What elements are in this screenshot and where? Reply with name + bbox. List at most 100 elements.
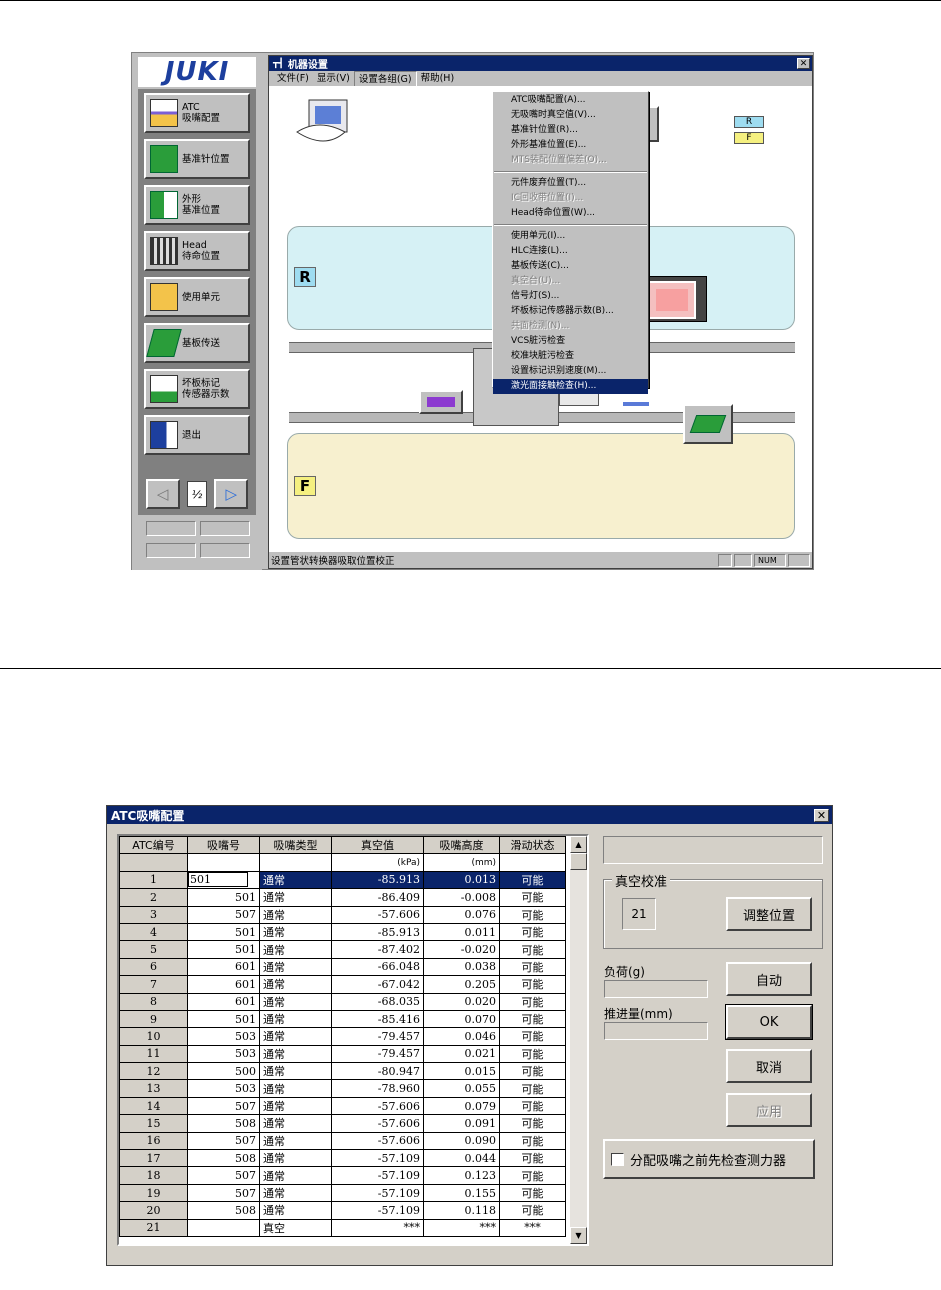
board-transfer-front-tile-button[interactable]	[683, 404, 733, 444]
table-cell[interactable]: 通常	[259, 922, 332, 942]
dropdown-menu-item[interactable]: 基板传送(C)...	[493, 259, 648, 274]
dropdown-menu-item[interactable]: 激光面接触检查(H)...	[493, 379, 648, 394]
table-cell[interactable]: 可能	[499, 975, 566, 994]
sidebar-button[interactable]: 基准针位置	[144, 139, 250, 179]
table-cell[interactable]: 可能	[499, 1131, 566, 1151]
table-cell[interactable]: -87.402	[331, 940, 424, 959]
table-row[interactable]: 14 507 通常 -57.606 0.079 可能	[119, 1096, 566, 1116]
table-cell[interactable]: 601	[187, 957, 260, 977]
table-row[interactable]: 20 508 通常 -57.109 0.118 可能	[119, 1201, 566, 1220]
table-cell[interactable]: -86.409	[331, 888, 424, 907]
table-cell[interactable]: 可能	[499, 1149, 566, 1168]
table-cell[interactable]: 可能	[499, 957, 566, 977]
table-cell[interactable]: 可能	[499, 1079, 566, 1098]
table-cell[interactable]: ***	[499, 1218, 566, 1237]
table-cell[interactable]: 通常	[259, 1166, 332, 1185]
menu-settings[interactable]: 设置各组(G)	[353, 71, 417, 86]
column-header[interactable]: 滑动状态	[499, 836, 566, 855]
table-cell[interactable]: -85.913	[331, 870, 424, 890]
table-row[interactable]: 16 507 通常 -57.606 0.090 可能	[119, 1131, 566, 1151]
sidebar-button[interactable]: 外形 基准位置	[144, 185, 250, 225]
table-cell[interactable]: -0.020	[423, 940, 500, 959]
table-cell[interactable]: 通常	[259, 1114, 332, 1133]
table-cell[interactable]: 500	[187, 1062, 260, 1081]
table-cell[interactable]: 可能	[499, 1166, 566, 1185]
table-row[interactable]: 4 501 通常 -85.913 0.011 可能	[119, 922, 566, 942]
table-cell[interactable]: 0.118	[423, 1201, 500, 1220]
table-cell[interactable]: -66.048	[331, 957, 424, 977]
table-cell[interactable]: 508	[187, 1149, 260, 1168]
table-cell[interactable]: 0.021	[423, 1044, 500, 1064]
auto-button[interactable]: 自动	[726, 962, 812, 996]
table-cell[interactable]: 通常	[259, 1027, 332, 1046]
table-cell[interactable]: 通常	[259, 1201, 332, 1220]
table-row[interactable]: 17 508 通常 -57.109 0.044 可能	[119, 1149, 566, 1168]
table-cell[interactable]: 通常	[259, 1009, 332, 1029]
table-cell[interactable]: 0.055	[423, 1079, 500, 1098]
table-cell[interactable]: 501	[187, 888, 260, 907]
table-cell[interactable]: 通常	[259, 1062, 332, 1081]
table-cell[interactable]: -67.042	[331, 975, 424, 994]
table-cell[interactable]: 501	[187, 870, 260, 890]
table-cell[interactable]: -57.109	[331, 1166, 424, 1185]
table-cell[interactable]: 通常	[259, 940, 332, 959]
table-cell[interactable]: 通常	[259, 992, 332, 1011]
table-cell[interactable]: 601	[187, 975, 260, 994]
table-cell[interactable]: 0.091	[423, 1114, 500, 1133]
table-row[interactable]: 5 501 通常 -87.402 -0.020 可能	[119, 940, 566, 959]
table-cell[interactable]: -57.606	[331, 1131, 424, 1151]
table-row[interactable]: 7 601 通常 -67.042 0.205 可能	[119, 975, 566, 994]
table-cell[interactable]: 可能	[499, 1062, 566, 1081]
table-cell[interactable]: -68.035	[331, 992, 424, 1011]
table-row[interactable]: 19 507 通常 -57.109 0.155 可能	[119, 1183, 566, 1203]
vertical-scrollbar[interactable]: ▲ ▼	[570, 836, 587, 1244]
table-cell[interactable]: 通常	[259, 975, 332, 994]
table-cell[interactable]: 通常	[259, 1044, 332, 1064]
table-cell[interactable]: 601	[187, 992, 260, 1011]
column-header[interactable]: 真空值	[331, 836, 424, 855]
dropdown-menu-item[interactable]: HLC连接(L)...	[493, 244, 648, 259]
scroll-thumb[interactable]	[570, 853, 587, 870]
table-cell[interactable]: 可能	[499, 905, 566, 924]
dropdown-menu-item[interactable]: 基准针位置(R)...	[493, 123, 648, 138]
checkbox[interactable]	[611, 1152, 624, 1166]
table-cell[interactable]: 508	[187, 1114, 260, 1133]
table-cell[interactable]: -78.960	[331, 1079, 424, 1098]
sidebar-button[interactable]: Head 待命位置	[144, 231, 250, 271]
table-row[interactable]: 9 501 通常 -85.416 0.070 可能	[119, 1009, 566, 1029]
table-cell[interactable]: -79.457	[331, 1027, 424, 1046]
table-cell[interactable]: 0.038	[423, 957, 500, 977]
table-cell[interactable]: 可能	[499, 992, 566, 1011]
table-cell[interactable]: 可能	[499, 922, 566, 942]
table-cell[interactable]: ***	[331, 1218, 424, 1237]
column-header[interactable]: 吸嘴类型	[259, 836, 332, 855]
table-cell[interactable]: -57.109	[331, 1183, 424, 1203]
dropdown-menu-item[interactable]: 外形基准位置(E)...	[493, 138, 648, 153]
table-cell[interactable]: 503	[187, 1044, 260, 1064]
table-cell[interactable]: 真空	[259, 1218, 332, 1237]
cell-editor[interactable]: 501	[188, 872, 248, 888]
table-cell[interactable]: -0.008	[423, 888, 500, 907]
table-row[interactable]: 21 真空 *** *** ***	[119, 1218, 566, 1237]
table-cell[interactable]: 507	[187, 1131, 260, 1151]
dropdown-menu-item[interactable]: 使用单元(I)...	[493, 229, 648, 244]
table-row[interactable]: 3 507 通常 -57.606 0.076 可能	[119, 905, 566, 924]
sidebar-button[interactable]: 坏板标记 传感器示数	[144, 369, 250, 409]
table-row[interactable]: 18 507 通常 -57.109 0.123 可能	[119, 1166, 566, 1185]
scroll-down-icon[interactable]: ▼	[570, 1227, 587, 1244]
table-cell[interactable]: 可能	[499, 870, 566, 890]
table-cell[interactable]: 0.123	[423, 1166, 500, 1185]
table-cell[interactable]: 0.044	[423, 1149, 500, 1168]
sidebar-button[interactable]: ATC 吸嘴配置	[144, 93, 250, 133]
table-cell[interactable]: -57.606	[331, 1114, 424, 1133]
dropdown-menu-item[interactable]: Head待命位置(W)...	[493, 206, 648, 221]
table-cell[interactable]: 503	[187, 1079, 260, 1098]
table-row[interactable]: 10 503 通常 -79.457 0.046 可能	[119, 1027, 566, 1046]
table-cell[interactable]: -57.109	[331, 1149, 424, 1168]
table-row[interactable]: 6 601 通常 -66.048 0.038 可能	[119, 957, 566, 977]
check-loadcell-toggle[interactable]: 分配吸嘴之前先检查测力器	[603, 1139, 815, 1179]
table-cell[interactable]: 通常	[259, 1149, 332, 1168]
table-cell[interactable]: 通常	[259, 870, 332, 890]
sidebar-button[interactable]: 退出	[144, 415, 250, 455]
next-page-button[interactable]: ▷	[214, 479, 249, 509]
